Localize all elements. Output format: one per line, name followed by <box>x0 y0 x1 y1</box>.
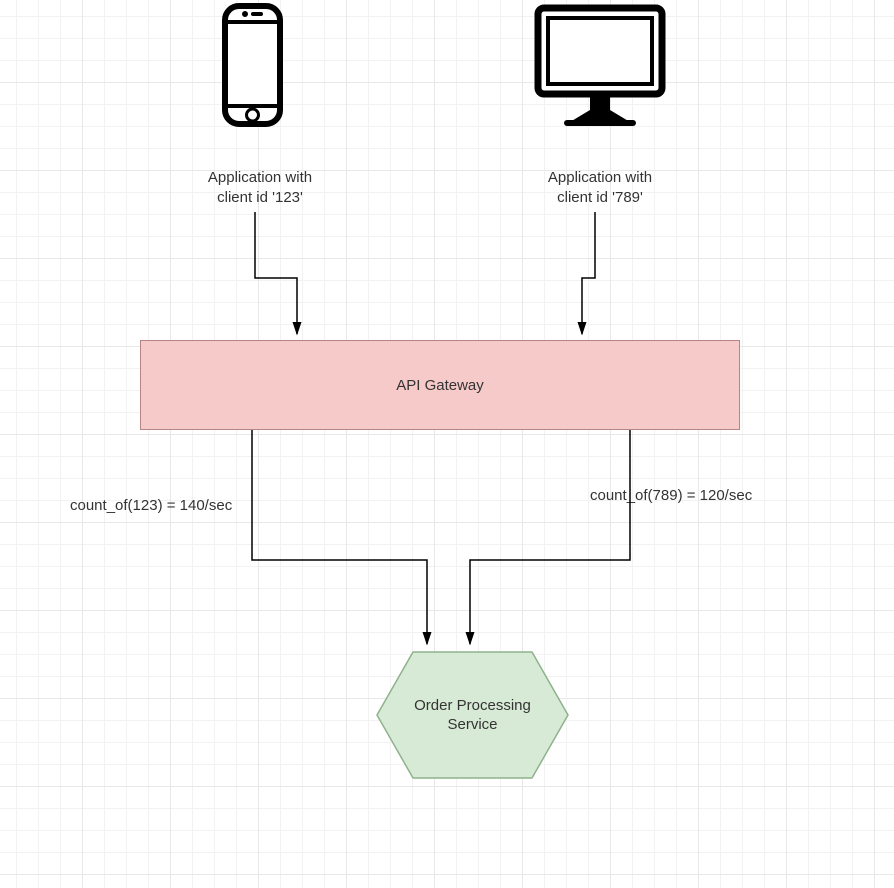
mobile-client-label: Application with client id '123' <box>180 168 340 207</box>
arrow-gateway-to-service-left <box>252 430 427 644</box>
arrow-mobile-to-gateway <box>255 212 297 334</box>
count-left-label: count_of(123) = 140/sec <box>70 496 290 516</box>
arrow-gateway-to-service-right <box>470 430 630 644</box>
mobile-phone-icon <box>215 0 290 130</box>
diagram-canvas: Application with client id '123' Applica… <box>0 0 894 888</box>
desktop-client-label: Application with client id '789' <box>520 168 680 207</box>
desktop-monitor-icon <box>530 0 670 130</box>
arrow-desktop-to-gateway <box>582 212 595 334</box>
service-label-line1: Order Processing <box>414 697 531 714</box>
api-gateway-label: API Gateway <box>396 377 484 394</box>
api-gateway-box: API Gateway <box>140 340 740 430</box>
desktop-client-label-line2: client id '789' <box>557 189 643 206</box>
desktop-client-label-line1: Application with <box>548 169 652 186</box>
count-right-label: count_of(789) = 120/sec <box>590 486 820 506</box>
mobile-client-label-line1: Application with <box>208 169 312 186</box>
order-processing-hexagon: Order Processing Service <box>375 650 570 780</box>
mobile-client-label-line2: client id '123' <box>217 189 303 206</box>
service-label-line2: Service <box>447 716 497 733</box>
